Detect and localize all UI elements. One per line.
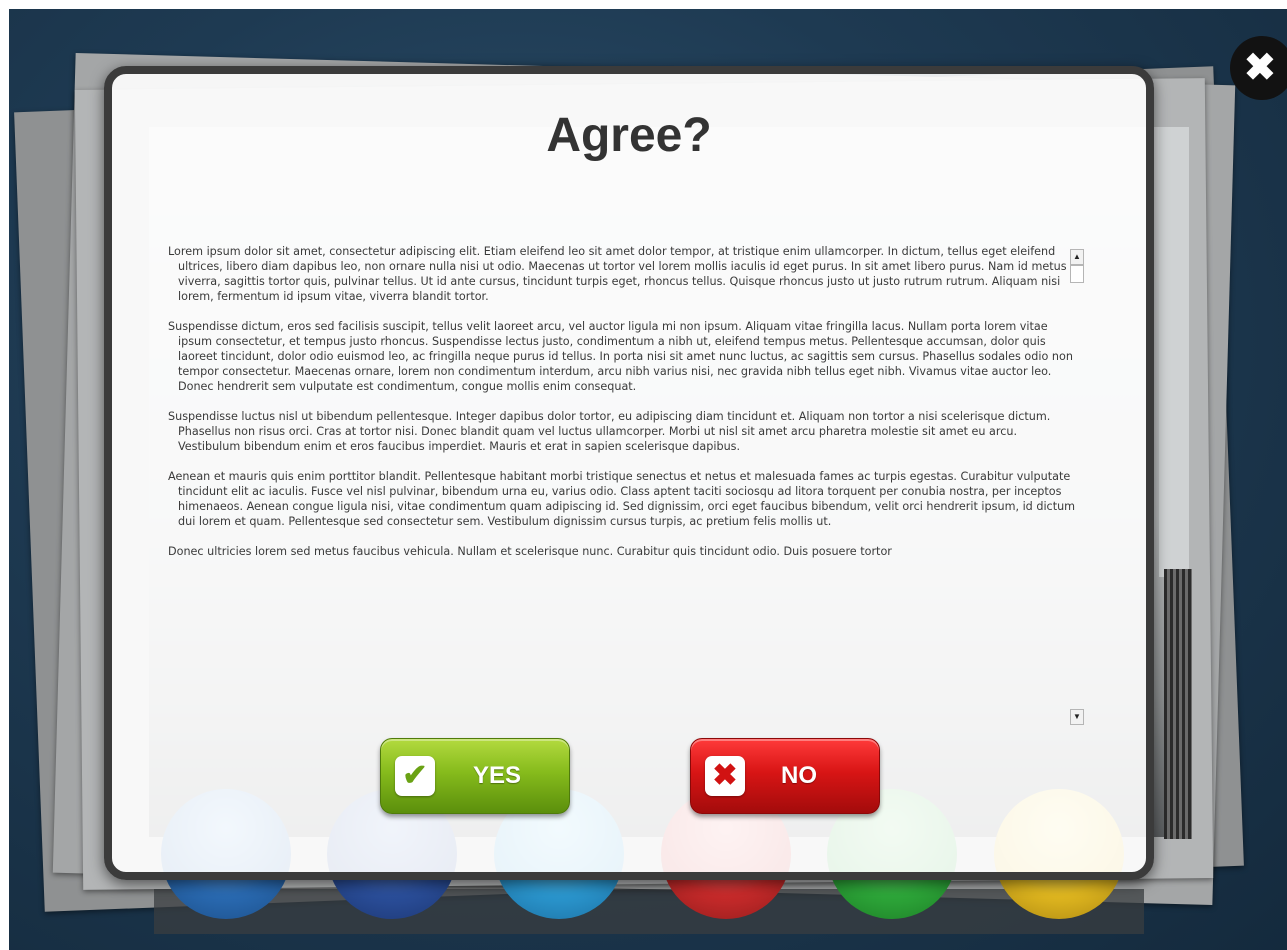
agree-dialog: Agree? Lorem ipsum dolor sit amet, conse… bbox=[104, 66, 1154, 880]
no-button[interactable]: ✖ NO bbox=[690, 738, 880, 814]
dialog-title: Agree? bbox=[546, 109, 712, 162]
terms-text-area[interactable]: Lorem ipsum dolor sit amet, consectetur … bbox=[168, 244, 1082, 720]
scroll-thumb[interactable] bbox=[1070, 265, 1084, 283]
close-icon[interactable]: ✖ bbox=[1230, 36, 1287, 100]
yes-button-label: YES bbox=[473, 762, 522, 789]
scroll-down-arrow-icon[interactable]: ▼ bbox=[1070, 709, 1084, 725]
photo-preview-edge bbox=[1164, 569, 1192, 839]
no-button-label: NO bbox=[781, 762, 817, 789]
terms-paragraph: Suspendisse dictum, eros sed facilisis s… bbox=[168, 320, 1073, 393]
x-icon: ✖ bbox=[705, 756, 745, 796]
terms-paragraph: Suspendisse luctus nisl ut bibendum pell… bbox=[168, 410, 1051, 453]
terms-scrollbar[interactable]: ▲ ▼ bbox=[1070, 249, 1086, 725]
photo-preview-edge bbox=[1159, 127, 1189, 577]
scroll-up-arrow-icon[interactable]: ▲ bbox=[1070, 249, 1084, 265]
terms-paragraph: Aenean et mauris quis enim porttitor bla… bbox=[168, 470, 1076, 528]
yes-button[interactable]: ✔ YES bbox=[380, 738, 570, 814]
checkmark-icon: ✔ bbox=[395, 756, 435, 796]
terms-paragraph: Donec ultricies lorem sed metus faucibus… bbox=[168, 545, 892, 558]
terms-paragraph: Lorem ipsum dolor sit amet, consectetur … bbox=[168, 245, 1067, 303]
